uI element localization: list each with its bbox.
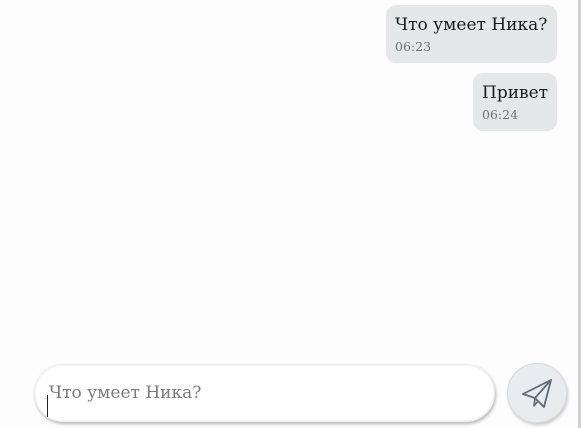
message-time: 06:23: [395, 39, 432, 54]
message-input[interactable]: [47, 377, 479, 409]
message-list: Что умеет Ника? 06:23 Привет 06:24: [0, 0, 578, 350]
message-text: Привет: [482, 83, 549, 103]
message-bubble: Что умеет Ника? 06:23: [386, 5, 557, 63]
message-bubble: Привет 06:24: [473, 73, 557, 131]
message-input-box[interactable]: [34, 364, 495, 422]
text-caret: [47, 395, 48, 417]
message-time: 06:24: [482, 107, 519, 122]
paper-plane-icon: [522, 379, 552, 408]
chat-window: Что умеет Ника? 06:23 Привет 06:24: [0, 0, 581, 428]
message-text: Что умеет Ника?: [395, 15, 548, 35]
send-button[interactable]: [507, 363, 567, 423]
composer-area: [0, 350, 578, 428]
